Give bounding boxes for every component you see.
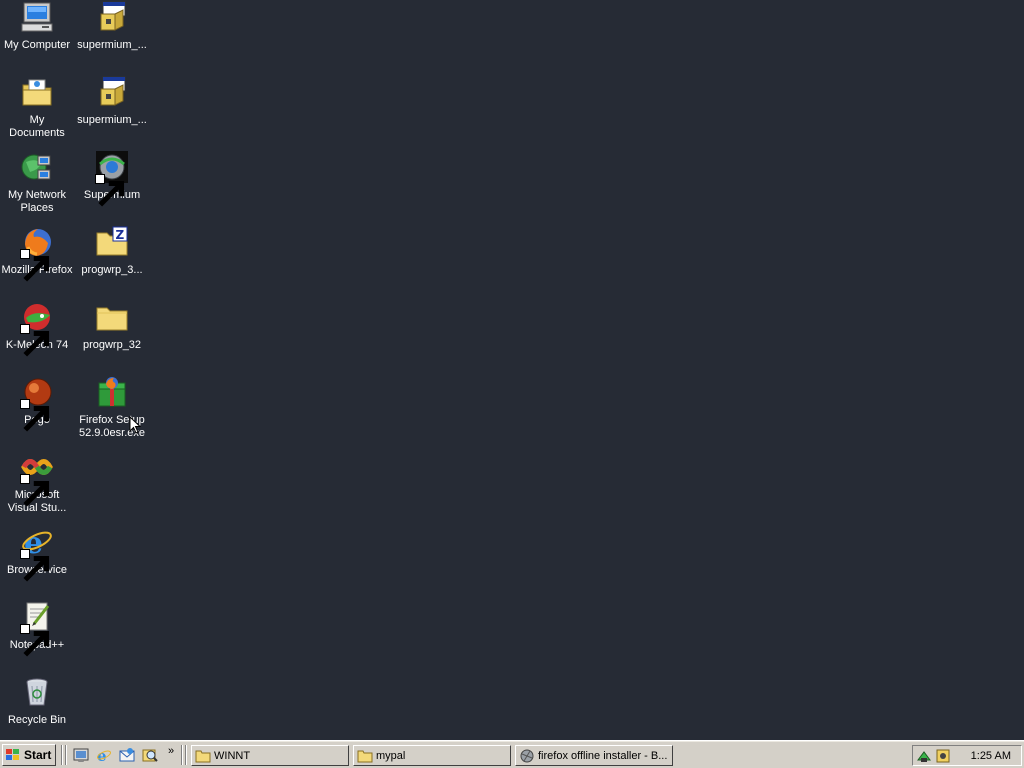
desktop-icon-label: progwrp_32 xyxy=(82,339,142,351)
desktop-icon-supermium-installer-2[interactable]: supermium_... xyxy=(75,75,149,145)
desktop-icon-mozilla-firefox[interactable]: Mozilla Firefox xyxy=(0,225,74,295)
desktop-icon-label: My Documents xyxy=(9,114,65,139)
my-documents-icon xyxy=(20,75,54,109)
search-icon[interactable] xyxy=(142,747,158,763)
shortcut-arrow-icon xyxy=(20,549,50,582)
desktop-icon-label: progwrp_3... xyxy=(81,264,143,276)
desktop-icon-supermium-installer-1[interactable]: supermium_... xyxy=(75,0,149,70)
system-tray: 1:25 AM xyxy=(912,745,1022,766)
show-desktop-icon[interactable] xyxy=(73,747,89,763)
svg-text:Z: Z xyxy=(116,228,125,242)
shortcut-arrow-icon xyxy=(20,324,50,357)
start-label: Start xyxy=(24,748,52,762)
start-button[interactable]: Start xyxy=(2,744,56,766)
desktop-icon-recycle-bin[interactable]: Recycle Bin xyxy=(0,675,74,745)
firefox-setup-icon xyxy=(95,375,129,409)
desktop-icon-supermium[interactable]: Supermium xyxy=(75,150,149,220)
kmeleon-icon xyxy=(20,300,54,357)
desktop: My Computer My Documents My Network Plac… xyxy=(0,0,1024,740)
desktop-icon-label: My Computer xyxy=(3,39,71,51)
notepadpp-icon xyxy=(20,600,54,657)
shortcut-arrow-icon xyxy=(20,399,50,432)
desktop-icon-browservice[interactable]: e Browservice xyxy=(0,525,74,595)
shortcut-arrow-icon xyxy=(20,624,50,657)
desktop-icon-label: My Network Places xyxy=(7,189,67,214)
taskbar: Start e » WINNT mypal firefox offline in… xyxy=(0,740,1024,768)
desktop-icon-notepad-plus-plus[interactable]: Notepad++ xyxy=(0,600,74,670)
network-tray-icon[interactable] xyxy=(916,748,932,764)
firefox-icon xyxy=(20,225,54,282)
windows-logo-icon xyxy=(6,749,19,760)
desktop-icon-pego[interactable]: Pego xyxy=(0,375,74,445)
task-button-mypal[interactable]: mypal xyxy=(353,745,511,766)
desktop-icon-k-meleon[interactable]: K-Meleon 74 xyxy=(0,300,74,370)
folder-icon xyxy=(95,300,129,334)
task-button-winnt[interactable]: WINNT xyxy=(191,745,349,766)
desktop-icon-my-documents[interactable]: My Documents xyxy=(0,75,74,145)
internet-explorer-icon: e xyxy=(20,525,54,582)
shortcut-arrow-icon xyxy=(95,174,125,207)
task-button-label: WINNT xyxy=(214,749,251,762)
pego-icon xyxy=(20,375,54,432)
desktop-icon-label: supermium_... xyxy=(77,114,147,126)
clock[interactable]: 1:25 AM xyxy=(971,750,1011,762)
folder-icon xyxy=(357,750,373,762)
task-button-label: firefox offline installer - B... xyxy=(538,749,668,762)
installer-icon xyxy=(95,75,129,109)
recycle-bin-icon xyxy=(20,675,54,709)
task-button-firefox-installer[interactable]: firefox offline installer - B... xyxy=(515,745,673,766)
my-computer-icon xyxy=(20,0,54,34)
desktop-icon-visual-studio[interactable]: Microsoft Visual Stu... xyxy=(0,450,74,520)
desktop-icon-my-computer[interactable]: My Computer xyxy=(0,0,74,70)
volume-tray-icon[interactable] xyxy=(935,748,951,764)
mouse-cursor-icon xyxy=(129,416,141,434)
desktop-icon-progwrp-zip[interactable]: Z progwrp_3... xyxy=(75,225,149,295)
shortcut-arrow-icon xyxy=(20,474,50,507)
shortcut-arrow-icon xyxy=(20,249,50,282)
internet-explorer-icon[interactable]: e xyxy=(96,747,112,763)
supermium-icon xyxy=(95,150,129,207)
desktop-icon-my-network-places[interactable]: My Network Places xyxy=(0,150,74,220)
desktop-icon-label: Recycle Bin xyxy=(7,714,67,726)
zip-folder-icon: Z xyxy=(95,225,129,259)
taskbar-separator xyxy=(181,745,183,765)
network-places-icon xyxy=(20,150,54,184)
folder-icon xyxy=(195,750,211,762)
outlook-express-icon[interactable] xyxy=(119,747,135,763)
taskbar-separator xyxy=(185,745,187,765)
visual-studio-icon xyxy=(20,450,54,507)
taskbar-separator xyxy=(61,745,63,765)
quick-launch-more-button[interactable]: » xyxy=(168,745,174,757)
browser-window-icon xyxy=(520,749,534,762)
installer-icon xyxy=(95,0,129,34)
task-button-label: mypal xyxy=(376,749,406,762)
desktop-icon-progwrp-folder[interactable]: progwrp_32 xyxy=(75,300,149,370)
desktop-icon-label: supermium_... xyxy=(77,39,147,51)
taskbar-separator xyxy=(65,745,67,765)
